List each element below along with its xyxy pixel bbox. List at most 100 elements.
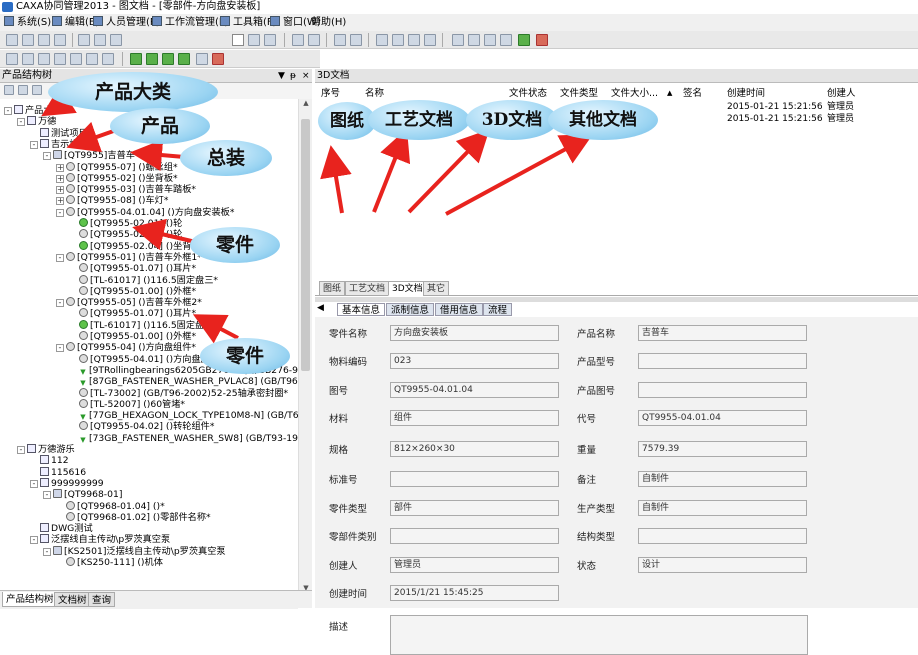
- menu-help[interactable]: 帮助(H): [311, 14, 346, 31]
- link-icon[interactable]: [54, 53, 66, 65]
- tab-3d-doc[interactable]: 3D文档: [388, 281, 427, 296]
- cut-icon[interactable]: [78, 34, 90, 46]
- tab-borrow-info[interactable]: 借用信息: [435, 303, 484, 316]
- tree-node[interactable]: - [QT9955-01] ()吉普车外框1*: [56, 251, 202, 263]
- query-icon[interactable]: [102, 53, 114, 65]
- print-icon[interactable]: [38, 34, 50, 46]
- paste-icon[interactable]: [110, 34, 122, 46]
- collapse-node-icon[interactable]: -: [17, 118, 25, 127]
- tab-process-doc[interactable]: 工艺文档: [345, 281, 390, 296]
- part-type-field[interactable]: 部件: [390, 500, 559, 516]
- export-icon[interactable]: [500, 34, 512, 46]
- spec-field[interactable]: 812×260×30: [390, 441, 559, 457]
- attach-icon[interactable]: [86, 53, 98, 65]
- tree-node[interactable]: + [QT9955-07] ()螺丝组*: [56, 161, 178, 173]
- weight-field[interactable]: 7579.39: [638, 441, 807, 457]
- edit-node-icon[interactable]: [22, 53, 34, 65]
- collapse-node-icon[interactable]: -: [56, 344, 64, 353]
- tab-dispatch-info[interactable]: 派制信息: [386, 303, 435, 316]
- col-file-size[interactable]: 文件大小...: [611, 87, 658, 100]
- product-name-field[interactable]: 吉普车: [638, 325, 807, 341]
- creator-field[interactable]: 管理员: [390, 557, 559, 573]
- prod-type-field[interactable]: 自制件: [638, 500, 807, 516]
- category-field[interactable]: [390, 528, 559, 544]
- collapse-node-icon[interactable]: -: [4, 107, 12, 115]
- import-icon[interactable]: [70, 53, 82, 65]
- group-icon[interactable]: [392, 34, 404, 46]
- drawing-no-field[interactable]: QT9955-04.01.04: [390, 382, 559, 398]
- product-drawing-field[interactable]: [638, 382, 807, 398]
- tree-node[interactable]: ▼[77GB_HEXAGON_LOCK_TYPE10M8-N] (GB/T618…: [69, 410, 298, 423]
- new-node-icon[interactable]: [6, 53, 18, 65]
- tree-node[interactable]: - [QT9968-01]: [43, 489, 122, 500]
- tree-node[interactable]: ▼[87GB_FASTENER_WASHER_PVLAC8] (GB/T96-2…: [69, 376, 298, 389]
- tab-doc-tree[interactable]: 文档树: [54, 592, 91, 607]
- row-1-time[interactable]: 2015-01-21 15:21:56: [727, 101, 823, 113]
- tree-node[interactable]: [QT9955-02.01] ()轮: [69, 218, 182, 229]
- code-field[interactable]: QT9955-04.01.04: [638, 410, 807, 426]
- dept-icon[interactable]: [424, 34, 436, 46]
- exit-icon[interactable]: [536, 34, 548, 46]
- pin-icon[interactable]: ᵽ: [290, 69, 296, 83]
- tab-other[interactable]: 其它: [423, 281, 450, 296]
- tab-drawing[interactable]: 图纸: [319, 281, 346, 296]
- menu-toolbox[interactable]: 工具箱(F): [220, 14, 277, 31]
- standard-field[interactable]: [390, 471, 559, 487]
- material-code-field[interactable]: 023: [390, 353, 559, 369]
- col-file-type[interactable]: 文件类型: [560, 87, 598, 100]
- tree-node[interactable]: [QT9955-02.04] ()轮: [69, 229, 182, 240]
- tab-product-tree[interactable]: 产品结构树: [2, 592, 58, 607]
- tree-node[interactable]: - [KS2501]泛摆线自主传动\p罗茨真空泵: [43, 545, 226, 557]
- move-up-icon[interactable]: [130, 53, 142, 65]
- toolbar-combo[interactable]: [232, 34, 244, 46]
- status-field[interactable]: 设计: [638, 557, 807, 573]
- tree-node[interactable]: [QT9955-01.07] ()耳片*: [69, 308, 196, 319]
- expand-node-icon[interactable]: +: [56, 174, 64, 183]
- row-1-creator[interactable]: 管理员: [827, 101, 854, 113]
- tab-basic-info[interactable]: 基本信息: [337, 303, 386, 316]
- copy-icon[interactable]: [94, 34, 106, 46]
- tree-node[interactable]: [QT9955-04.02] ()转轮组件*: [69, 421, 214, 432]
- sort-asc-icon[interactable]: ▲: [667, 87, 672, 100]
- tree-node[interactable]: [TL-61017] ()116.5固定盘三: [69, 319, 213, 331]
- open-icon[interactable]: [6, 34, 18, 46]
- change-icon[interactable]: [350, 34, 362, 46]
- menu-system[interactable]: 系统(S): [4, 14, 51, 31]
- collapse-node-icon[interactable]: -: [56, 253, 64, 262]
- collapse-node-icon[interactable]: -: [56, 299, 64, 308]
- col-name[interactable]: 名称: [365, 87, 384, 100]
- col-file-status[interactable]: 文件状态: [509, 87, 547, 100]
- tree-node[interactable]: - [QT9955-04] ()方向盘组件*: [56, 342, 196, 353]
- row-2-time[interactable]: 2015-01-21 15:21:56: [727, 113, 823, 125]
- move-top-icon[interactable]: [146, 53, 158, 65]
- tree-node[interactable]: - 产品大类: [4, 105, 62, 116]
- col-creator[interactable]: 创建人: [827, 87, 856, 100]
- tree-node[interactable]: [TL-61017] ()116.5固定盘三*: [69, 274, 218, 286]
- tree-node[interactable]: [QT9955-01.07] ()耳片*: [69, 263, 196, 274]
- zoom-icon[interactable]: [264, 34, 276, 46]
- tree-node[interactable]: - 吉示旗: [30, 138, 79, 150]
- menu-workflow[interactable]: 工作流管理(L): [152, 14, 228, 31]
- collapse-node-icon[interactable]: -: [17, 446, 25, 454]
- tree-node[interactable]: DWG测试: [30, 523, 93, 534]
- collapse-node-icon[interactable]: -: [30, 479, 38, 488]
- flow-icon[interactable]: [452, 34, 464, 46]
- tree-node[interactable]: - 999999999: [30, 477, 104, 489]
- tree-node[interactable]: [QT9968-01.04] ()*: [56, 500, 165, 512]
- release-icon[interactable]: [334, 34, 346, 46]
- collapse-node-icon[interactable]: -: [30, 140, 38, 149]
- tab-query[interactable]: 查询: [88, 592, 116, 607]
- move-bottom-icon[interactable]: [178, 53, 190, 65]
- tree-node[interactable]: [QT9955-04.01] ()方向盘座*: [69, 353, 214, 365]
- save-icon[interactable]: [22, 34, 34, 46]
- tree-node[interactable]: + [QT9955-08] ()车灯*: [56, 195, 168, 206]
- task-icon[interactable]: [468, 34, 480, 46]
- report-icon[interactable]: [484, 34, 496, 46]
- col-created-time[interactable]: 创建时间: [727, 87, 765, 100]
- refresh-icon[interactable]: [518, 34, 530, 46]
- material-field[interactable]: 组件: [390, 410, 559, 426]
- desc-field[interactable]: [390, 615, 808, 655]
- col-index[interactable]: 序号: [321, 87, 340, 100]
- struct-type-field[interactable]: [638, 528, 807, 544]
- sort-icon[interactable]: [196, 53, 208, 65]
